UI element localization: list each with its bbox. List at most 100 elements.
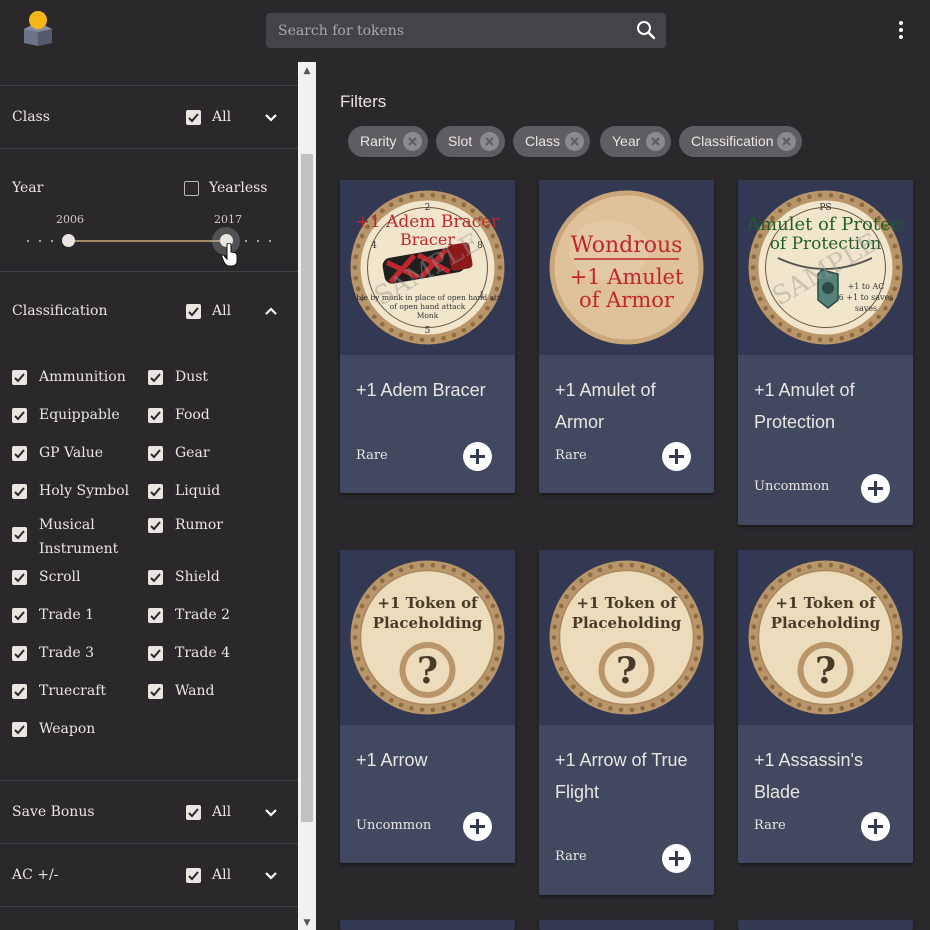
add-token-button[interactable] [463, 812, 492, 841]
token-name[interactable]: +1 Arrow [356, 744, 506, 776]
coin-text: +1 Amulet of Protection [748, 214, 903, 235]
class-all-checkbox[interactable] [186, 110, 201, 125]
remove-filter-icon[interactable] [565, 132, 584, 151]
chevron-down-icon[interactable] [264, 113, 278, 123]
classification-option-label: Shield [175, 569, 220, 585]
coin-text: of open hand attack [390, 302, 466, 311]
classification-checkbox[interactable] [12, 646, 27, 661]
coin-text: Placeholding [373, 614, 483, 632]
divider [0, 271, 298, 272]
classification-checkbox[interactable] [148, 518, 163, 533]
divider [0, 906, 298, 907]
classification-checkbox[interactable] [12, 484, 27, 499]
token-coin-image: +1 Token of Placeholding? [350, 560, 505, 715]
token-card[interactable]: Wondrous +1 Amulet of Armor +1 Amulet of Ar… [539, 180, 714, 493]
remove-filter-icon[interactable] [480, 132, 499, 151]
question-mark-icon: ? [815, 650, 836, 692]
token-card[interactable] [539, 920, 714, 930]
classification-checkbox[interactable] [12, 722, 27, 737]
classification-checkbox[interactable] [148, 570, 163, 585]
add-token-button[interactable] [861, 474, 890, 503]
token-rarity: Rare [555, 448, 587, 463]
chevron-up-icon[interactable] [264, 306, 278, 316]
filter-chip-label: Slot [448, 133, 473, 149]
filter-chip[interactable]: Year [600, 126, 671, 157]
classification-checkbox[interactable] [148, 370, 163, 385]
filter-chip[interactable]: Class [513, 126, 590, 157]
coin-text: +1 Amulet [570, 265, 684, 289]
filter-chip[interactable]: Rarity [348, 126, 428, 157]
more-menu-icon[interactable] [890, 18, 912, 42]
filter-chip[interactable]: Classification [679, 126, 802, 157]
scroll-up-arrow-icon[interactable]: ▲ [302, 66, 312, 76]
classification-all-label: All [212, 303, 232, 319]
token-rarity: Rare [754, 818, 786, 833]
classification-checkbox[interactable] [148, 484, 163, 499]
classification-option-label: Ammunition [39, 369, 126, 385]
remove-filter-icon[interactable] [777, 132, 796, 151]
sidebar-scrollbar[interactable]: ▲ ▼ [298, 62, 316, 930]
year-slider-start-handle[interactable] [62, 234, 75, 247]
token-card[interactable]: +1 Token of Placeholding? +1 Arrow Uncommon [340, 550, 515, 863]
classification-option-label: Trade 3 [39, 645, 94, 661]
add-token-button[interactable] [861, 812, 890, 841]
classification-checkbox[interactable] [12, 608, 27, 623]
class-all-label: All [212, 109, 232, 125]
divider [0, 85, 298, 86]
add-token-button[interactable] [662, 844, 691, 873]
token-name[interactable]: +1 Adem Bracer [356, 374, 506, 406]
add-token-button[interactable] [662, 442, 691, 471]
classification-checkbox[interactable] [148, 646, 163, 661]
token-name[interactable]: +1 Arrow of True Flight [555, 744, 705, 808]
app-logo-icon[interactable] [22, 10, 54, 46]
question-mark-icon: ? [417, 650, 438, 692]
token-image-area: Wondrous +1 Amulet of Armor [539, 180, 714, 355]
token-image-area: PS+1 Amulet of Protectionof Protection+1… [738, 180, 913, 355]
search-icon[interactable] [636, 20, 656, 40]
classification-all-checkbox[interactable] [186, 304, 201, 319]
chevron-down-icon[interactable] [264, 871, 278, 881]
question-mark-icon: ? [616, 650, 637, 692]
year-slider-range [68, 240, 226, 242]
token-card[interactable] [340, 920, 515, 930]
token-name[interactable]: +1 Amulet of Armor [555, 374, 705, 438]
classification-checkbox[interactable] [148, 446, 163, 461]
add-token-button[interactable] [463, 442, 492, 471]
token-image-area: +1 Token of Placeholding? [738, 550, 913, 725]
classification-option-label: Liquid [175, 483, 221, 499]
token-card[interactable]: PS+1 Amulet of Protectionof Protection+1… [738, 180, 913, 525]
yearless-checkbox[interactable] [184, 181, 199, 196]
scroll-down-arrow-icon[interactable]: ▼ [302, 918, 312, 928]
classification-checkbox[interactable] [12, 408, 27, 423]
plus-icon [868, 819, 883, 834]
classification-option-label: Musical Instrument [39, 517, 119, 557]
token-name[interactable]: +1 Assassin's Blade [754, 744, 904, 808]
classification-checkbox[interactable] [12, 446, 27, 461]
search-input[interactable] [266, 13, 626, 48]
remove-filter-icon[interactable] [646, 132, 665, 151]
remove-filter-icon[interactable] [403, 132, 422, 151]
classification-checkbox[interactable] [148, 608, 163, 623]
plus-icon [470, 819, 485, 834]
save-bonus-all-checkbox[interactable] [186, 805, 201, 820]
token-card[interactable]: 2 +1 Adem Bracer Bracer Usable by monk in p… [340, 180, 515, 493]
chevron-down-icon[interactable] [264, 808, 278, 818]
coin-text: 5 [425, 326, 431, 336]
classification-checkbox[interactable] [148, 684, 163, 699]
classification-checkbox[interactable] [12, 370, 27, 385]
token-card[interactable] [738, 920, 913, 930]
token-name[interactable]: +1 Amulet of Protection [754, 374, 904, 438]
classification-checkbox[interactable] [12, 684, 27, 699]
classification-checkbox[interactable] [12, 527, 27, 542]
token-card[interactable]: +1 Token of Placeholding? +1 Arrow of True… [539, 550, 714, 895]
classification-option-label: Food [175, 407, 210, 423]
save-bonus-all-label: All [212, 804, 232, 820]
year-range-start-label: 2006 [56, 213, 84, 226]
classification-checkbox[interactable] [148, 408, 163, 423]
token-card[interactable]: +1 Token of Placeholding? +1 Assassin's Bl… [738, 550, 913, 863]
classification-checkbox[interactable] [12, 570, 27, 585]
ac-all-checkbox[interactable] [186, 868, 201, 883]
filter-chip[interactable]: Slot [436, 126, 505, 157]
year-section-title: Year [12, 180, 44, 196]
scrollbar-thumb[interactable] [301, 154, 313, 822]
